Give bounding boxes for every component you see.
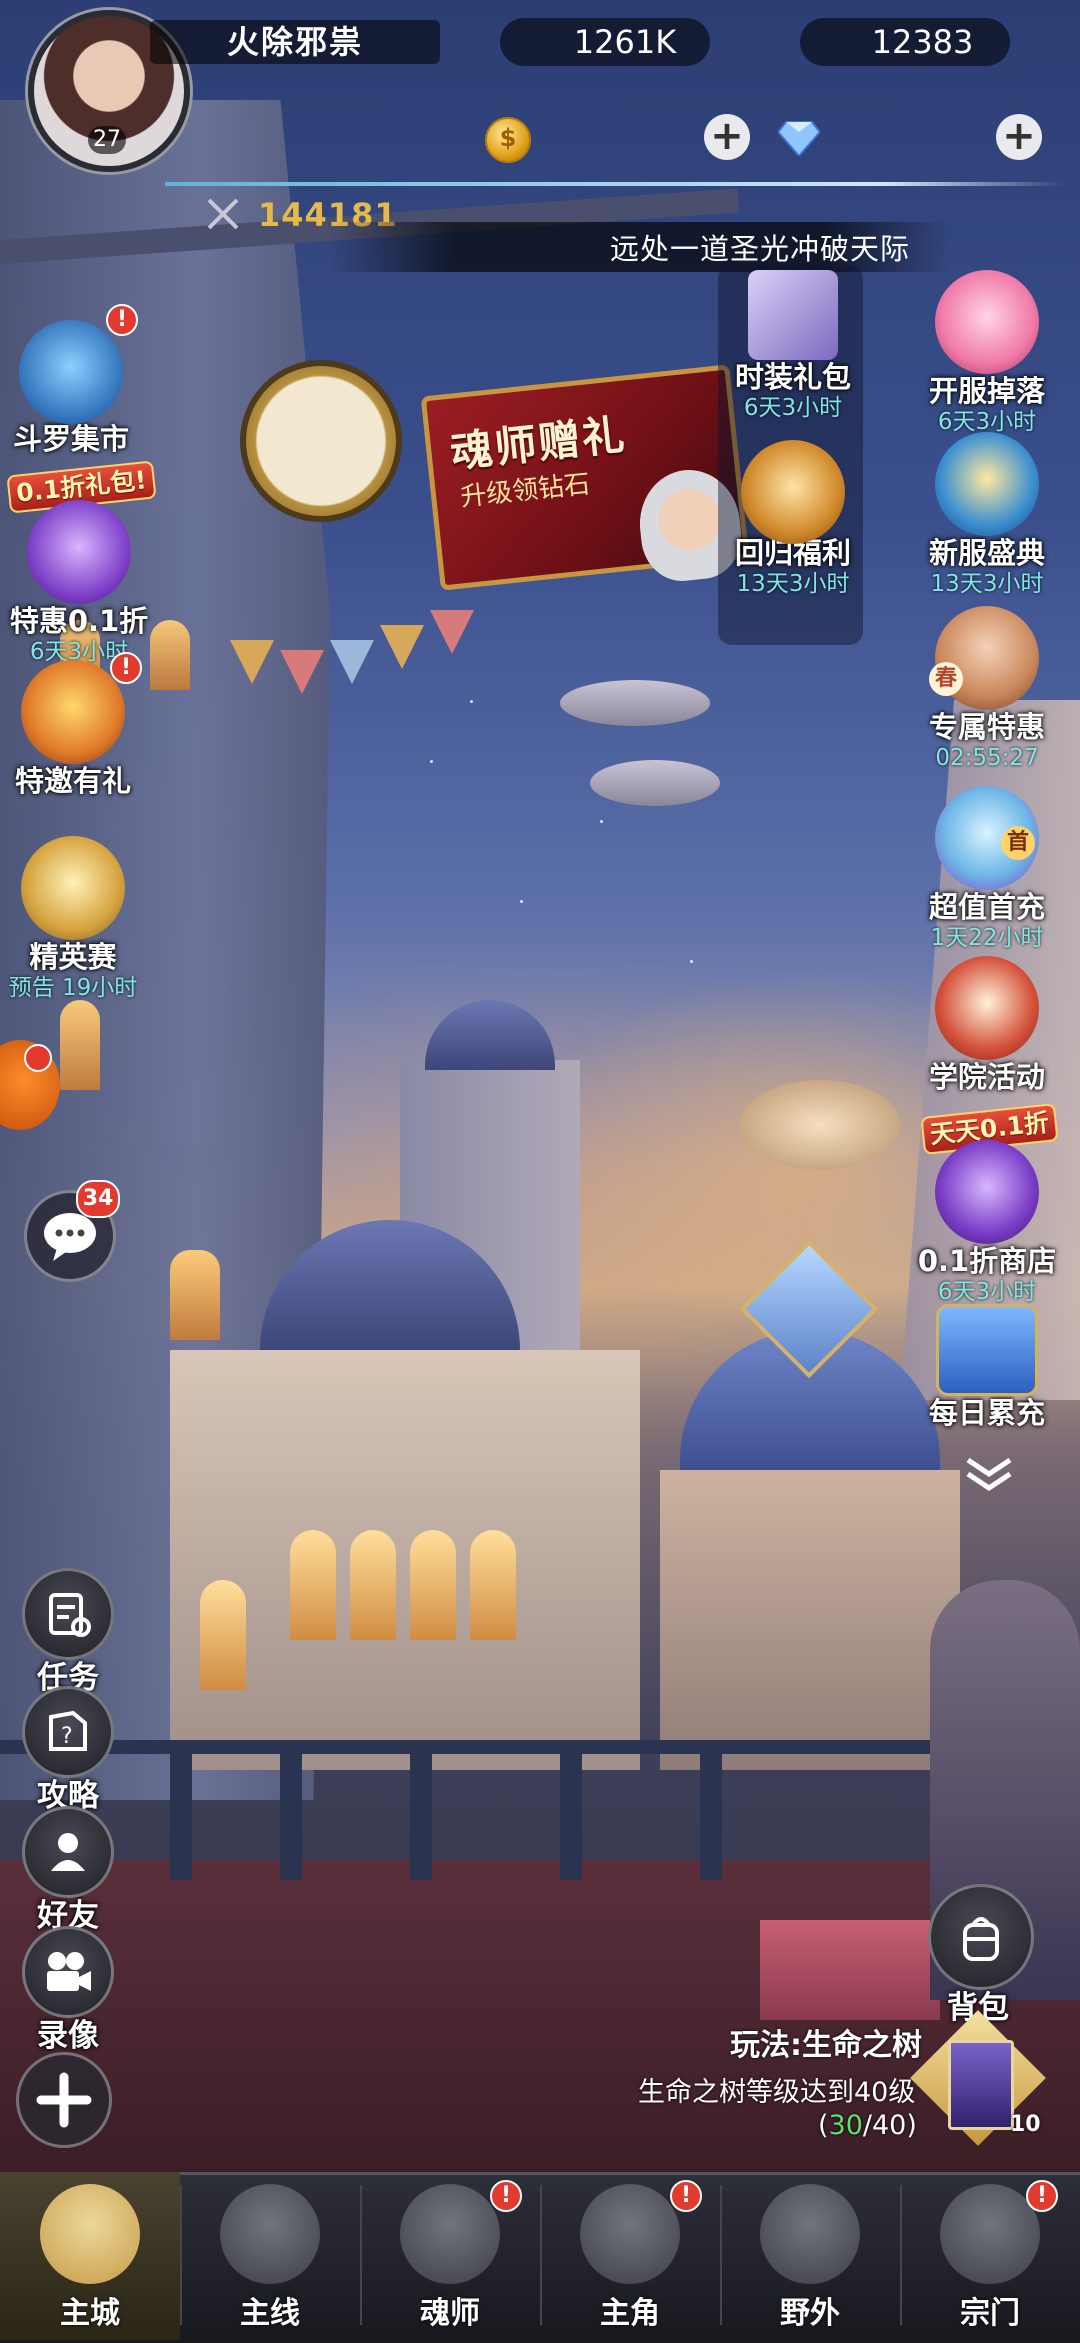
soul-master-crystal-icon bbox=[400, 2184, 500, 2284]
event-elite-match[interactable]: 精英赛 预告 19小时 bbox=[0, 836, 148, 1002]
nav-wilderness[interactable]: 野外 bbox=[720, 2172, 900, 2340]
reward-card-icon[interactable] bbox=[948, 2040, 1014, 2130]
notification-dot: ! bbox=[110, 652, 142, 684]
hooded-hero-icon bbox=[580, 2184, 680, 2284]
backpack-icon bbox=[963, 1917, 999, 1961]
girl-portrait-icon: 春 bbox=[929, 606, 1039, 710]
video-camera-icon bbox=[47, 1952, 91, 1991]
expand-chevron-icon[interactable] bbox=[962, 1454, 1016, 1494]
shield-sword-icon bbox=[760, 2184, 860, 2284]
event-douluo-market[interactable]: 斗罗集市 ! bbox=[0, 304, 146, 456]
crossed-swords-icon bbox=[207, 198, 239, 230]
gift-horn-icon bbox=[21, 660, 125, 764]
shop-chest-icon bbox=[935, 1140, 1039, 1244]
guide-book-icon: ? bbox=[49, 1710, 87, 1751]
cannon-icon bbox=[935, 432, 1039, 536]
notification-dot: ! bbox=[670, 2180, 702, 2212]
event-return-welfare[interactable]: 回归福利 13天3小时 bbox=[718, 440, 868, 598]
clock-decoration bbox=[240, 360, 402, 522]
more-button[interactable] bbox=[16, 2052, 112, 2148]
task-tracker[interactable]: 玩法:生命之树 生命之树等级达到40级 (30/40) bbox=[600, 2020, 930, 2160]
task-list-icon bbox=[49, 1593, 91, 1637]
event-first-recharge[interactable]: 首 超值首充 1天22小时 bbox=[912, 786, 1062, 952]
task-title: 玩法:生命之树 bbox=[730, 2028, 922, 2063]
event-special-invite[interactable]: 特邀有礼 ! bbox=[0, 652, 148, 798]
friends-button[interactable]: 好友 bbox=[18, 1806, 118, 1935]
notification-dot: ! bbox=[106, 304, 138, 336]
event-opening-drop[interactable]: 开服掉落 6天3小时 bbox=[912, 270, 1062, 436]
pink-character-icon bbox=[935, 270, 1039, 374]
nav-sect[interactable]: 宗门 ! bbox=[900, 2172, 1080, 2340]
add-gold-button[interactable]: + bbox=[704, 114, 750, 160]
diamond-value: 12383 bbox=[871, 23, 974, 61]
nav-main-city[interactable]: 主城 bbox=[0, 2172, 180, 2340]
notification-dot: ! bbox=[1026, 2180, 1058, 2212]
gold-coin-icon: $ bbox=[485, 117, 531, 163]
sect-emblem-icon bbox=[940, 2184, 1040, 2284]
plus-icon bbox=[36, 2072, 92, 2128]
gift-box-icon bbox=[748, 270, 838, 360]
task-progress: (30/40) bbox=[818, 2110, 917, 2141]
nav-protagonist[interactable]: 主角 ! bbox=[540, 2172, 720, 2340]
winged-badge-icon bbox=[741, 440, 845, 544]
player-level-badge: 27 bbox=[88, 126, 126, 154]
event-academy-activity[interactable]: 学院活动 bbox=[912, 956, 1062, 1094]
event-fashion-pack[interactable]: 时装礼包 6天3小时 bbox=[718, 270, 868, 422]
diamond-icon bbox=[778, 121, 820, 156]
reward-card-count: 10 bbox=[1010, 2112, 1041, 2137]
notification-dot: ! bbox=[490, 2180, 522, 2212]
event-discount-shop[interactable]: 0.1折商店 6天3小时 bbox=[912, 1140, 1062, 1306]
svg-text:?: ? bbox=[61, 1724, 73, 1749]
task-description: 生命之树等级达到40级 bbox=[638, 2077, 916, 2108]
chat-unread-badge: 34 bbox=[76, 1180, 120, 1218]
power-bar bbox=[165, 182, 1065, 186]
tasks-button[interactable]: 任务 bbox=[18, 1568, 118, 1697]
market-stall-icon bbox=[19, 320, 123, 424]
event-daily-recharge[interactable]: 每日累充 bbox=[912, 1304, 1062, 1430]
player-name: 火除邪祟 bbox=[226, 23, 363, 61]
trophy-icon bbox=[21, 836, 125, 940]
blue-chest-icon bbox=[936, 1304, 1038, 1396]
crystal-pet-icon: 首 bbox=[935, 786, 1039, 890]
notification-dot bbox=[24, 1044, 52, 1072]
friend-silhouette-icon bbox=[51, 1833, 85, 1871]
story-gate-icon bbox=[220, 2184, 320, 2284]
add-diamond-button[interactable]: + bbox=[996, 114, 1042, 160]
castle-icon bbox=[40, 2184, 140, 2284]
event-exclusive-deal[interactable]: 春 专属特惠 02:55:27 bbox=[912, 606, 1062, 772]
event-discount-pack[interactable]: 特惠0.1折 6天3小时 bbox=[4, 500, 154, 666]
gold-value: 1261K bbox=[573, 23, 677, 61]
nav-main-story[interactable]: 主线 bbox=[180, 2172, 360, 2340]
nav-soul-master[interactable]: 魂师 ! bbox=[360, 2172, 540, 2340]
guide-button[interactable]: ? 攻略 bbox=[18, 1686, 118, 1815]
backpack-button[interactable]: 背包 bbox=[928, 1884, 1034, 2027]
academy-gate-icon bbox=[935, 956, 1039, 1060]
event-new-server-fest[interactable]: 新服盛典 13天3小时 bbox=[912, 432, 1062, 598]
treasure-chest-icon bbox=[27, 500, 131, 604]
announcement-text: 远处一道圣光冲破天际 bbox=[610, 232, 911, 266]
replay-button[interactable]: 录像 bbox=[18, 1926, 118, 2055]
